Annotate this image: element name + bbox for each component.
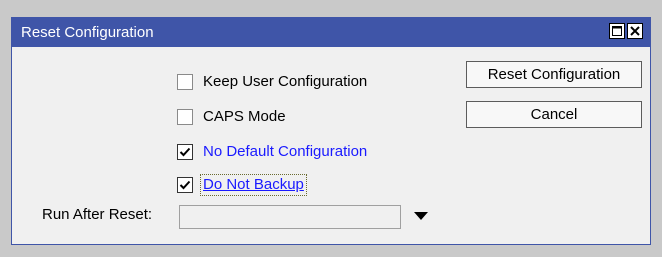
maximize-icon xyxy=(612,26,622,36)
checkmark-icon xyxy=(179,180,191,190)
option-caps-mode[interactable]: CAPS Mode xyxy=(177,107,287,127)
dropdown-arrow-icon[interactable] xyxy=(414,212,428,220)
title-bar[interactable]: Reset Configuration xyxy=(12,18,650,47)
option-no-default-configuration[interactable]: No Default Configuration xyxy=(177,142,368,162)
option-do-not-backup[interactable]: Do Not Backup xyxy=(177,174,307,196)
run-after-reset-select[interactable] xyxy=(179,205,401,229)
do-not-backup-label: Do Not Backup xyxy=(200,174,307,196)
do-not-backup-checkbox[interactable] xyxy=(177,177,193,193)
maximize-button[interactable] xyxy=(609,23,625,39)
no-default-configuration-checkbox[interactable] xyxy=(177,144,193,160)
close-button[interactable] xyxy=(627,23,643,39)
reset-configuration-button[interactable]: Reset Configuration xyxy=(466,61,642,88)
window-title: Reset Configuration xyxy=(21,24,154,41)
keep-user-configuration-checkbox[interactable] xyxy=(177,74,193,90)
reset-configuration-dialog: Reset Configuration Keep User Configurat… xyxy=(11,17,651,245)
caps-mode-label: CAPS Mode xyxy=(203,108,286,125)
run-after-reset-label: Run After Reset: xyxy=(42,206,153,223)
cancel-button[interactable]: Cancel xyxy=(466,101,642,128)
option-keep-user-configuration[interactable]: Keep User Configuration xyxy=(177,72,368,92)
checkmark-icon xyxy=(179,147,191,157)
keep-user-configuration-label: Keep User Configuration xyxy=(203,73,368,90)
caps-mode-checkbox[interactable] xyxy=(177,109,193,125)
close-icon xyxy=(630,26,640,36)
no-default-configuration-label: No Default Configuration xyxy=(203,143,368,160)
